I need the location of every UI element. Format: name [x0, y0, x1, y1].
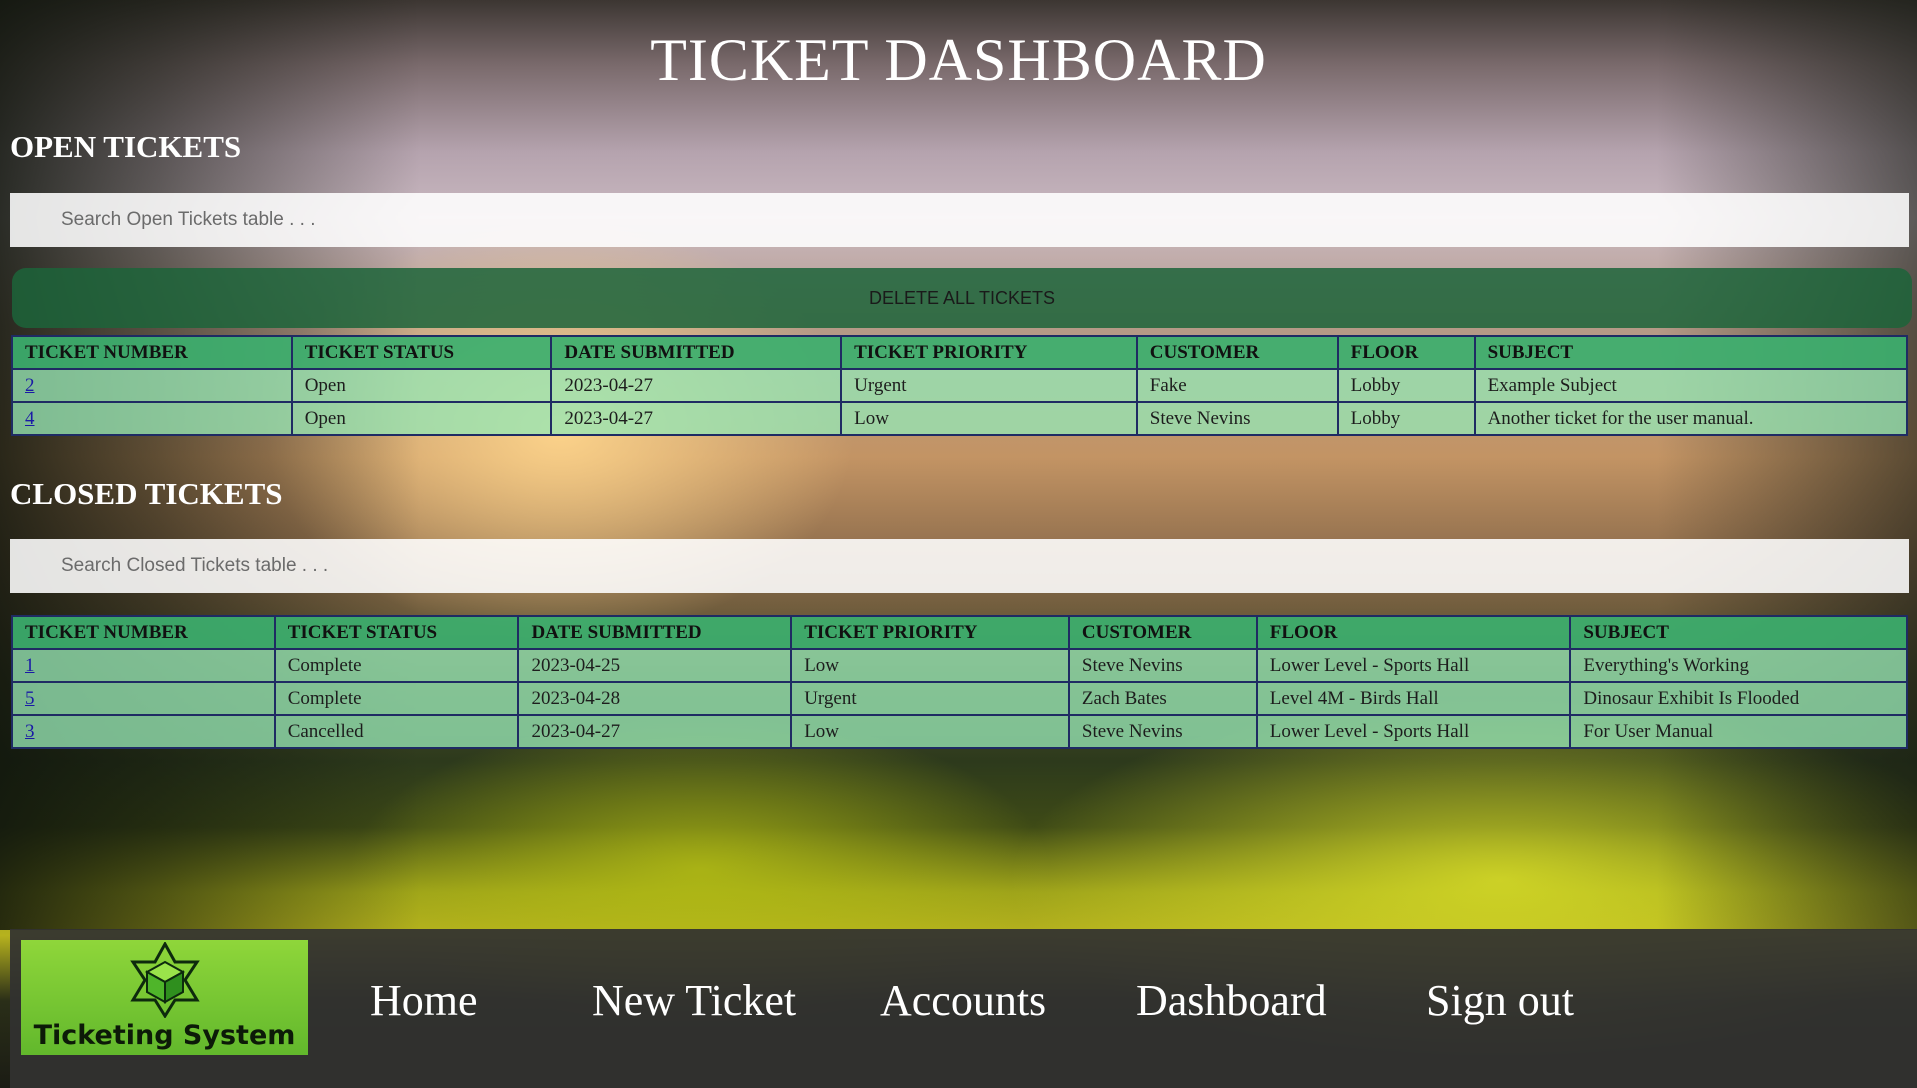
ticket-priority-cell: Urgent	[790, 681, 1070, 716]
column-header: TICKET PRIORITY	[790, 615, 1070, 650]
closed-tickets-table: TICKET NUMBER TICKET STATUS DATE SUBMITT…	[11, 615, 1908, 749]
ticket-priority-cell: Low	[840, 401, 1138, 436]
ticketing-system-logo[interactable]: Ticketing System	[21, 940, 308, 1055]
nav-link-dashboard[interactable]: Dashboard	[1136, 975, 1327, 1026]
customer-cell: Fake	[1135, 368, 1339, 403]
subject-cell: Example Subject	[1473, 368, 1909, 403]
column-header: TICKET NUMBER	[11, 335, 293, 370]
column-header: FLOOR	[1255, 615, 1572, 650]
column-header: SUBJECT	[1473, 335, 1909, 370]
ticket-status-cell: Open	[290, 368, 553, 403]
nav-link-sign-out[interactable]: Sign out	[1426, 975, 1574, 1026]
subject-cell: Dinosaur Exhibit Is Flooded	[1569, 681, 1908, 716]
subject-cell: For User Manual	[1569, 714, 1908, 749]
ticket-number-cell: 3	[11, 714, 276, 749]
closed-tickets-search-input[interactable]	[10, 539, 1909, 593]
floor-cell: Lobby	[1336, 401, 1476, 436]
table-row: 2 Open 2023-04-27 Urgent Fake Lobby Exam…	[11, 368, 1909, 403]
open-tickets-search-input[interactable]	[10, 193, 1909, 247]
date-submitted-cell: 2023-04-28	[517, 681, 793, 716]
floor-cell: Lower Level - Sports Hall	[1255, 714, 1572, 749]
ticket-status-cell: Complete	[273, 648, 520, 683]
ticket-number-cell: 5	[11, 681, 276, 716]
nav-link-accounts[interactable]: Accounts	[880, 975, 1046, 1026]
column-header: SUBJECT	[1569, 615, 1908, 650]
subject-cell: Everything's Working	[1569, 648, 1908, 683]
customer-cell: Steve Nevins	[1067, 714, 1258, 749]
open-tickets-heading: OPEN TICKETS	[10, 129, 242, 164]
table-row: 4 Open 2023-04-27 Low Steve Nevins Lobby…	[11, 401, 1909, 436]
nav-link-home[interactable]: Home	[370, 975, 478, 1026]
date-submitted-cell: 2023-04-27	[550, 401, 843, 436]
column-header: DATE SUBMITTED	[517, 615, 793, 650]
ticket-number-cell: 4	[11, 401, 293, 436]
ticket-status-cell: Complete	[273, 681, 520, 716]
nav-link-new-ticket[interactable]: New Ticket	[592, 975, 796, 1026]
floor-cell: Lower Level - Sports Hall	[1255, 648, 1572, 683]
date-submitted-cell: 2023-04-27	[550, 368, 843, 403]
ticket-link[interactable]: 2	[25, 375, 35, 396]
column-header: TICKET STATUS	[273, 615, 520, 650]
column-header: CUSTOMER	[1135, 335, 1339, 370]
ticket-link[interactable]: 5	[25, 688, 35, 709]
ticket-number-cell: 1	[11, 648, 276, 683]
date-submitted-cell: 2023-04-27	[517, 714, 793, 749]
delete-all-tickets-button[interactable]: DELETE ALL TICKETS	[12, 268, 1912, 328]
table-row: 3 Cancelled 2023-04-27 Low Steve Nevins …	[11, 714, 1908, 749]
floor-cell: Level 4M - Birds Hall	[1255, 681, 1572, 716]
bottom-navbar: Ticketing System Home New Ticket Account…	[10, 929, 1917, 1088]
subject-cell: Another ticket for the user manual.	[1473, 401, 1909, 436]
ticket-status-cell: Cancelled	[273, 714, 520, 749]
logo-text: Ticketing System	[33, 1020, 296, 1051]
column-header: TICKET NUMBER	[11, 615, 276, 650]
column-header: CUSTOMER	[1067, 615, 1258, 650]
cube-star-icon	[130, 942, 200, 1018]
ticket-priority-cell: Low	[790, 648, 1070, 683]
closed-tickets-heading: CLOSED TICKETS	[10, 476, 283, 511]
customer-cell: Steve Nevins	[1135, 401, 1339, 436]
ticket-priority-cell: Urgent	[840, 368, 1138, 403]
background-scenery	[0, 0, 1917, 930]
date-submitted-cell: 2023-04-25	[517, 648, 793, 683]
table-row: 1 Complete 2023-04-25 Low Steve Nevins L…	[11, 648, 1908, 683]
floor-cell: Lobby	[1336, 368, 1476, 403]
ticket-link[interactable]: 3	[25, 721, 35, 742]
column-header: TICKET PRIORITY	[840, 335, 1138, 370]
column-header: DATE SUBMITTED	[550, 335, 843, 370]
customer-cell: Steve Nevins	[1067, 648, 1258, 683]
ticket-priority-cell: Low	[790, 714, 1070, 749]
page-title: TICKET DASHBOARD	[650, 27, 1267, 93]
ticket-status-cell: Open	[290, 401, 553, 436]
table-row: 5 Complete 2023-04-28 Urgent Zach Bates …	[11, 681, 1908, 716]
customer-cell: Zach Bates	[1067, 681, 1258, 716]
column-header: TICKET STATUS	[290, 335, 553, 370]
column-header: FLOOR	[1336, 335, 1476, 370]
ticket-link[interactable]: 1	[25, 655, 35, 676]
table-header-row: TICKET NUMBER TICKET STATUS DATE SUBMITT…	[11, 615, 1908, 650]
table-header-row: TICKET NUMBER TICKET STATUS DATE SUBMITT…	[11, 335, 1909, 370]
ticket-link[interactable]: 4	[25, 408, 35, 429]
open-tickets-table: TICKET NUMBER TICKET STATUS DATE SUBMITT…	[11, 335, 1909, 436]
ticket-number-cell: 2	[11, 368, 293, 403]
